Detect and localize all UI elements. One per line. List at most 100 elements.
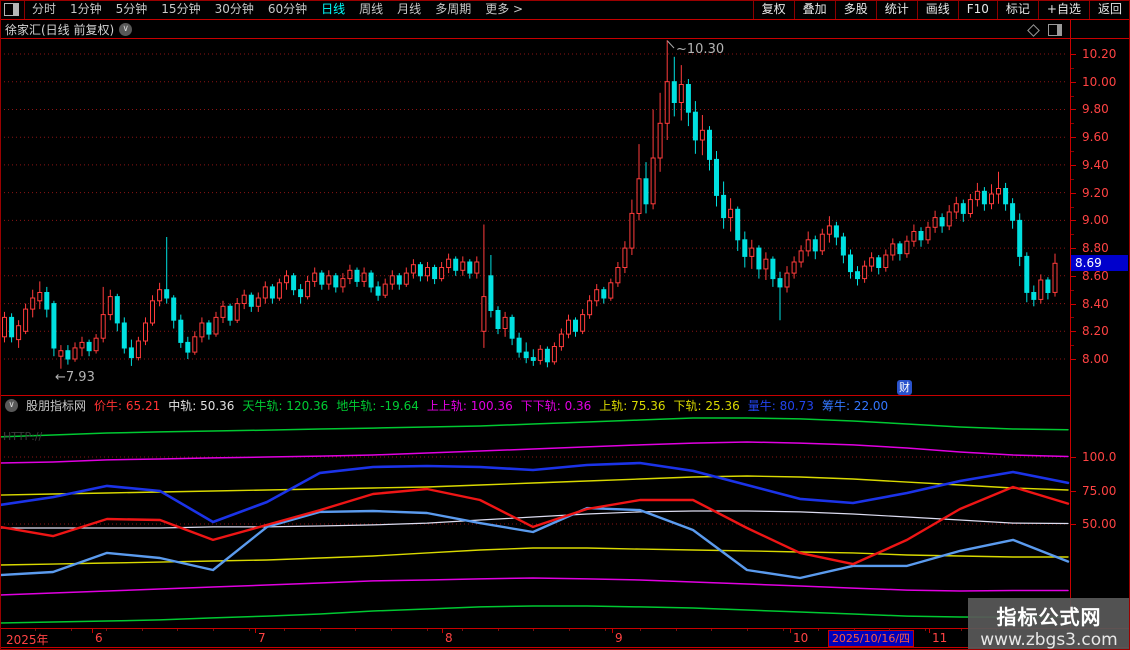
candle-body bbox=[1053, 263, 1057, 292]
candle-body bbox=[820, 234, 824, 251]
indicator-reading-上上轨: 上上轨: 100.36 bbox=[427, 399, 513, 413]
candle-body bbox=[285, 276, 289, 283]
week-tick bbox=[854, 629, 855, 631]
title-bar: 徐家汇(日线 前复权) ∨ bbox=[0, 20, 1130, 39]
indicator-line-xia-gui bbox=[0, 548, 1068, 565]
candle-body bbox=[806, 240, 810, 251]
candle-body bbox=[242, 295, 246, 303]
period-tab-60分钟[interactable]: 60分钟 bbox=[261, 2, 314, 16]
indicator-chart[interactable] bbox=[0, 414, 1070, 628]
month-tick bbox=[790, 629, 791, 633]
action-button-画线[interactable]: 画线 bbox=[917, 0, 958, 19]
action-button-F10[interactable]: F10 bbox=[958, 0, 997, 19]
period-tab-月线[interactable]: 月线 bbox=[390, 2, 428, 16]
week-tick bbox=[213, 629, 214, 631]
layout-split-icon[interactable] bbox=[4, 3, 19, 16]
pane-layout-icon[interactable] bbox=[1048, 24, 1062, 36]
candle-body bbox=[136, 341, 140, 358]
action-button-复权[interactable]: 复权 bbox=[753, 0, 794, 19]
period-tab-日线[interactable]: 日线 bbox=[314, 2, 352, 16]
candle-body bbox=[588, 301, 592, 315]
candle-body bbox=[672, 82, 676, 103]
candle-body bbox=[87, 342, 91, 350]
period-tab-周线[interactable]: 周线 bbox=[352, 2, 390, 16]
candle-body bbox=[228, 306, 232, 320]
candle-body bbox=[468, 262, 472, 273]
price-axis-minor-tick bbox=[1071, 151, 1074, 152]
period-tab-分时[interactable]: 分时 bbox=[25, 2, 63, 16]
candle-body bbox=[722, 195, 726, 217]
candle-body bbox=[510, 317, 514, 338]
action-button-统计[interactable]: 统计 bbox=[876, 0, 917, 19]
price-axis-tick bbox=[1071, 137, 1076, 138]
month-label-10: 10 bbox=[793, 631, 808, 645]
candle-body bbox=[623, 248, 627, 267]
diamond-icon[interactable] bbox=[1027, 24, 1040, 37]
candle-body bbox=[863, 266, 867, 279]
price-axis-tick bbox=[1071, 165, 1076, 166]
candle-body bbox=[870, 258, 874, 266]
candle-body bbox=[186, 342, 190, 352]
period-tab-更多 >[interactable]: 更多 > bbox=[478, 2, 530, 16]
indicator-source: 股朋指标网 bbox=[26, 397, 86, 414]
candle-body bbox=[1018, 220, 1022, 256]
candle-body bbox=[475, 262, 479, 273]
action-button-+自选[interactable]: +自选 bbox=[1038, 0, 1089, 19]
indicator-svg[interactable] bbox=[0, 414, 1070, 628]
chevron-down-icon[interactable]: ∨ bbox=[119, 23, 132, 36]
candle-body bbox=[482, 297, 486, 332]
period-tabs: 分时1分钟5分钟15分钟30分钟60分钟日线周线月线多周期更多 > bbox=[25, 0, 530, 19]
action-button-标记[interactable]: 标记 bbox=[997, 0, 1038, 19]
week-tick bbox=[925, 629, 926, 631]
candle-body bbox=[447, 259, 451, 267]
period-tab-1分钟[interactable]: 1分钟 bbox=[63, 2, 109, 16]
candle-body bbox=[990, 194, 994, 204]
year-label: 2025年 bbox=[6, 631, 49, 648]
indicator-chevron-icon[interactable]: ∨ bbox=[5, 399, 18, 412]
period-tab-5分钟[interactable]: 5分钟 bbox=[109, 2, 155, 16]
price-axis-label: 8.20 bbox=[1082, 324, 1109, 338]
indicator-line-jia-niu bbox=[0, 487, 1068, 564]
action-button-叠加[interactable]: 叠加 bbox=[794, 0, 835, 19]
news-badge[interactable]: 财 bbox=[897, 380, 912, 395]
period-tab-15分钟[interactable]: 15分钟 bbox=[154, 2, 207, 16]
week-tick bbox=[320, 629, 321, 631]
candle-body bbox=[1046, 280, 1050, 293]
candle-body bbox=[59, 351, 63, 357]
action-button-返回[interactable]: 返回 bbox=[1089, 0, 1130, 19]
price-axis-minor-tick bbox=[1071, 317, 1074, 318]
candle-body bbox=[538, 349, 542, 360]
candle-svg[interactable]: ~10.30←7.93 bbox=[0, 39, 1070, 395]
http-watermark: HTTP:// bbox=[3, 430, 42, 443]
price-axis-tick bbox=[1071, 109, 1076, 110]
candle-body bbox=[926, 227, 930, 240]
period-tab-多周期[interactable]: 多周期 bbox=[428, 2, 478, 16]
indicator-reading-下轨: 下轨: 25.36 bbox=[674, 399, 740, 413]
month-label-7: 7 bbox=[258, 631, 266, 645]
candle-body bbox=[834, 226, 838, 237]
candle-body bbox=[982, 191, 986, 204]
high-pointer-line bbox=[668, 41, 675, 48]
week-tick bbox=[249, 629, 250, 631]
price-axis-tick bbox=[1071, 248, 1076, 249]
candle-body bbox=[489, 276, 493, 311]
month-tick bbox=[92, 629, 93, 633]
candle-body bbox=[52, 304, 56, 348]
week-tick bbox=[35, 629, 36, 631]
price-axis-label: 8.60 bbox=[1082, 269, 1109, 283]
candle-body bbox=[524, 352, 528, 358]
week-tick bbox=[462, 629, 463, 631]
candlestick-chart[interactable]: ~10.30←7.93 bbox=[0, 39, 1070, 395]
week-tick bbox=[889, 629, 890, 631]
candle-body bbox=[898, 244, 902, 254]
month-label-9: 9 bbox=[615, 631, 623, 645]
candle-body bbox=[567, 320, 571, 334]
price-axis-minor-tick bbox=[1071, 290, 1074, 291]
indicator-axis-tick bbox=[1071, 491, 1076, 492]
candle-body bbox=[277, 283, 281, 298]
period-tab-30分钟[interactable]: 30分钟 bbox=[208, 2, 261, 16]
candle-body bbox=[496, 311, 500, 329]
candle-body bbox=[193, 337, 197, 352]
price-axis-minor-tick bbox=[1071, 123, 1074, 124]
action-button-多股[interactable]: 多股 bbox=[835, 0, 876, 19]
